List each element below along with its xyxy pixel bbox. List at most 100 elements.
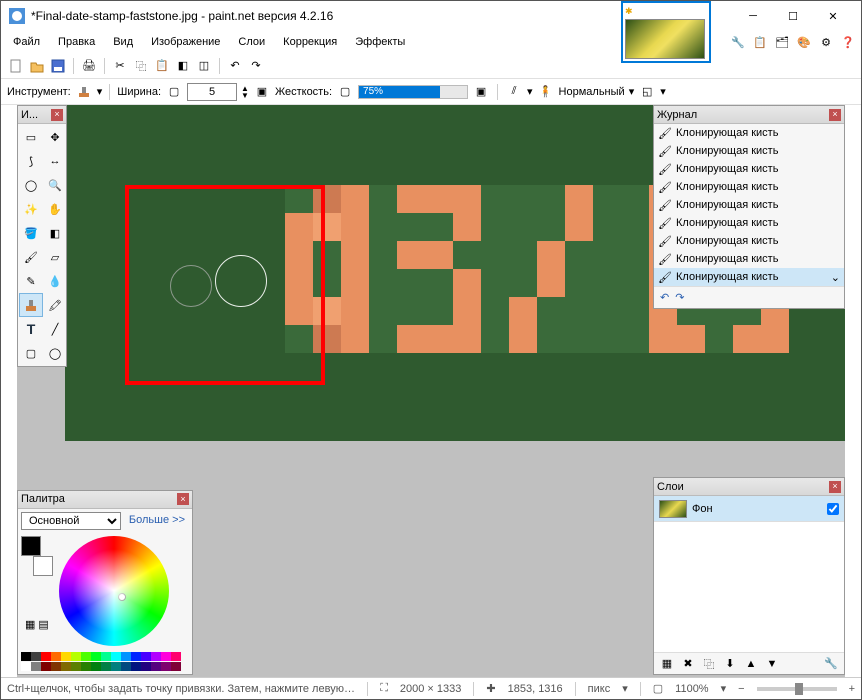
- background-color-swatch[interactable]: [33, 556, 53, 576]
- history-undo-icon[interactable]: ↶: [660, 291, 669, 304]
- deselect-icon[interactable]: ◫: [195, 57, 213, 75]
- layer-up-icon[interactable]: ▲: [742, 655, 760, 673]
- zoom-fit-icon[interactable]: ▢: [653, 682, 663, 695]
- tool-dropdown-arrow[interactable]: ▾: [97, 85, 103, 98]
- color-mode-select[interactable]: Основной: [21, 512, 121, 530]
- redo-icon[interactable]: ↷: [247, 57, 265, 75]
- palette-manage-icon[interactable]: ▤: [38, 618, 48, 631]
- zoom-in-icon[interactable]: +: [849, 683, 855, 695]
- antialias-icon[interactable]: ⫽: [505, 83, 523, 101]
- tool-move-sel[interactable]: ↔: [43, 149, 67, 173]
- menu-image[interactable]: Изображение: [143, 33, 228, 51]
- tool-pan[interactable]: ✋: [43, 197, 67, 221]
- panel-tools-icon[interactable]: 🔧: [729, 33, 747, 51]
- hardness-minus-icon[interactable]: ▢: [336, 83, 354, 101]
- width-plus-icon[interactable]: ▣: [253, 83, 271, 101]
- tool-eraser[interactable]: ▱: [43, 245, 67, 269]
- color-swatches[interactable]: [21, 536, 53, 576]
- tool-rect-select[interactable]: ▭: [19, 125, 43, 149]
- tool-ellipse-sel[interactable]: ◯: [19, 173, 43, 197]
- palette-panel-close[interactable]: ×: [177, 493, 189, 505]
- tool-fill[interactable]: 🪣: [19, 221, 43, 245]
- save-file-icon[interactable]: [49, 57, 67, 75]
- tools-panel: И...× ▭ ✥ ⟆ ↔ ◯ 🔍 ✨ ✋ 🪣 ◧ 🖌 ▱ ✎ 💧 🖍 T ╱ …: [17, 105, 67, 367]
- tool-shapes[interactable]: ◯: [43, 341, 67, 365]
- help-icon[interactable]: ❓: [839, 33, 857, 51]
- history-list[interactable]: 🖌Клонирующая кисть 🖌Клонирующая кисть 🖌К…: [654, 124, 844, 286]
- paste-icon[interactable]: 📋: [153, 57, 171, 75]
- tool-recolor[interactable]: 🖍: [43, 293, 67, 317]
- tools-panel-close[interactable]: ×: [51, 109, 63, 121]
- panel-layers-icon[interactable]: 🗂: [773, 33, 791, 51]
- menu-adjust[interactable]: Коррекция: [275, 33, 345, 51]
- tool-lasso[interactable]: ⟆: [19, 149, 43, 173]
- layer-merge-icon[interactable]: ⬇: [721, 655, 739, 673]
- cut-icon[interactable]: ✂: [111, 57, 129, 75]
- layer-add-icon[interactable]: ▦: [658, 655, 676, 673]
- menu-view[interactable]: Вид: [105, 33, 141, 51]
- open-file-icon[interactable]: [28, 57, 46, 75]
- layer-duplicate-icon[interactable]: ⿻: [700, 655, 718, 673]
- palette-panel: Палитра × Основной Больше >> ▦ ▤: [17, 490, 193, 676]
- tool-move[interactable]: ✥: [43, 125, 67, 149]
- sel-mode-icon[interactable]: ◱: [638, 83, 656, 101]
- palette-more-link[interactable]: Больше >>: [125, 512, 189, 530]
- status-doc-size: 2000 × 1333: [400, 683, 461, 695]
- undo-icon[interactable]: ↶: [226, 57, 244, 75]
- tool-text[interactable]: T: [19, 317, 43, 341]
- history-redo-icon[interactable]: ↷: [675, 291, 684, 304]
- layer-visibility-checkbox[interactable]: [827, 503, 839, 515]
- hardness-slider[interactable]: 75%: [358, 85, 468, 99]
- history-panel-close[interactable]: ×: [829, 109, 841, 121]
- modified-star-icon: ✱: [625, 6, 633, 16]
- zoom-slider[interactable]: [757, 687, 837, 691]
- layer-delete-icon[interactable]: ✖: [679, 655, 697, 673]
- tool-brush[interactable]: 🖌: [19, 245, 43, 269]
- tool-zoom[interactable]: 🔍: [43, 173, 67, 197]
- menu-edit[interactable]: Правка: [50, 33, 103, 51]
- width-minus-icon[interactable]: ▢: [165, 83, 183, 101]
- tool-clone-stamp[interactable]: [19, 293, 43, 317]
- tool-rect-shape[interactable]: ▢: [19, 341, 43, 365]
- tool-pencil[interactable]: ✎: [19, 269, 43, 293]
- panel-history-icon[interactable]: 📋: [751, 33, 769, 51]
- zoom-out-icon[interactable]: −: [738, 683, 744, 695]
- menu-layers[interactable]: Слои: [230, 33, 273, 51]
- width-spinner[interactable]: ▲▼: [241, 85, 249, 99]
- current-tool-icon[interactable]: [75, 83, 93, 101]
- tool-line[interactable]: ╱: [43, 317, 67, 341]
- workspace: И...× ▭ ✥ ⟆ ↔ ◯ 🔍 ✨ ✋ 🪣 ◧ 🖌 ▱ ✎ 💧 🖍 T ╱ …: [17, 105, 845, 677]
- blend-icon[interactable]: 🧍: [537, 83, 555, 101]
- tool-gradient[interactable]: ◧: [43, 221, 67, 245]
- blend-mode-label[interactable]: Нормальный: [559, 86, 625, 98]
- layer-down-icon[interactable]: ▼: [763, 655, 781, 673]
- layer-properties-icon[interactable]: 🔧: [822, 655, 840, 673]
- color-wheel[interactable]: [59, 536, 169, 646]
- crop-icon[interactable]: ◧: [174, 57, 192, 75]
- palette-swatches[interactable]: [18, 649, 192, 675]
- copy-icon[interactable]: ⿻: [132, 57, 150, 75]
- hardness-plus-icon[interactable]: ▣: [472, 83, 490, 101]
- foreground-color-swatch[interactable]: [21, 536, 41, 556]
- palette-add-icon[interactable]: ▦: [25, 618, 35, 631]
- palette-panel-title: Палитра: [21, 493, 65, 505]
- minimize-button[interactable]: ─: [733, 2, 773, 30]
- menu-effects[interactable]: Эффекты: [347, 33, 413, 51]
- title-bar: *Final-date-stamp-faststone.jpg - paint.…: [1, 1, 861, 31]
- tool-picker[interactable]: 💧: [43, 269, 67, 293]
- settings-icon[interactable]: ⚙: [817, 33, 835, 51]
- layer-row[interactable]: Фон: [654, 496, 844, 522]
- menu-file[interactable]: Файл: [5, 33, 48, 51]
- maximize-button[interactable]: ☐: [773, 2, 813, 30]
- panel-colors-icon[interactable]: 🎨: [795, 33, 813, 51]
- layers-panel-close[interactable]: ×: [829, 481, 841, 493]
- layer-name: Фон: [692, 503, 713, 515]
- unit-label[interactable]: пикс: [588, 683, 611, 695]
- tool-magic-wand[interactable]: ✨: [19, 197, 43, 221]
- width-input[interactable]: [187, 83, 237, 101]
- print-icon[interactable]: 🖨: [80, 57, 98, 75]
- document-thumbnail[interactable]: ✱: [621, 1, 711, 63]
- close-button[interactable]: ✕: [813, 2, 853, 30]
- status-zoom[interactable]: 1100%: [675, 683, 708, 695]
- new-file-icon[interactable]: [7, 57, 25, 75]
